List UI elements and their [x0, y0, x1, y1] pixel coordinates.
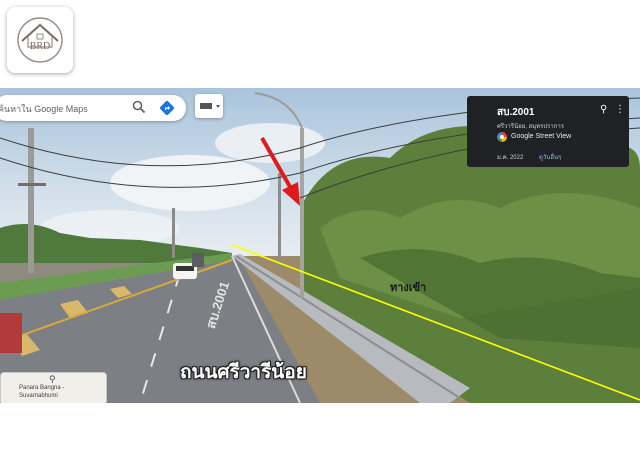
- truck: [192, 253, 204, 267]
- road-name-caption: ถนนศรีวารีน้อย: [180, 361, 307, 383]
- utility-pole: [172, 208, 175, 258]
- brd-logo: BRD: [7, 7, 73, 73]
- search-input[interactable]: ค้นหาใน Google Maps: [0, 102, 88, 116]
- utility-pole: [278, 173, 281, 268]
- pole-crossarm: [18, 183, 46, 186]
- google-logo-icon: [497, 132, 507, 142]
- cloud: [215, 123, 325, 163]
- location-title: สบ.2001: [497, 107, 535, 118]
- person-left-edge: [0, 313, 22, 353]
- house-logo-icon: [17, 17, 63, 63]
- service-label: Google Street View: [511, 133, 572, 140]
- search-icon[interactable]: [132, 100, 146, 114]
- entrance-label: ทางเข้า: [390, 282, 427, 294]
- minimap-label-line2: Suvarnabhumi: [19, 393, 58, 399]
- location-pin-icon[interactable]: ⚲: [600, 104, 607, 115]
- see-more-dates-link[interactable]: ดูวันอื่นๆ: [539, 152, 561, 162]
- minimap[interactable]: ⚲ Panara Bangna - Suvarnabhumi: [0, 372, 107, 403]
- minimap-label-line1: Panara Bangna -: [19, 385, 65, 391]
- capture-date: ม.ค. 2022: [497, 155, 524, 161]
- street-view-info-card: สบ.2001 ศรีวารีน้อย, สมุทรปราการ Google …: [467, 96, 629, 167]
- layers-icon: [200, 103, 220, 109]
- street-view-screenshot: ทางเข้า สบ.2001 ค้นหาใน Google Maps สบ.2…: [0, 88, 640, 403]
- logo-text: BRD: [29, 41, 51, 52]
- location-subtitle: ศรีวารีน้อย, สมุทรปราการ: [497, 124, 564, 130]
- utility-pole: [28, 128, 34, 273]
- car-window: [176, 266, 194, 271]
- directions-icon[interactable]: [159, 100, 175, 116]
- maps-search-bar[interactable]: ค้นหาใน Google Maps: [0, 95, 186, 121]
- more-menu-icon[interactable]: ⋮: [615, 104, 625, 115]
- minimap-label: Panara Bangna - Suvarnabhumi: [19, 384, 64, 400]
- layers-button[interactable]: [195, 94, 223, 118]
